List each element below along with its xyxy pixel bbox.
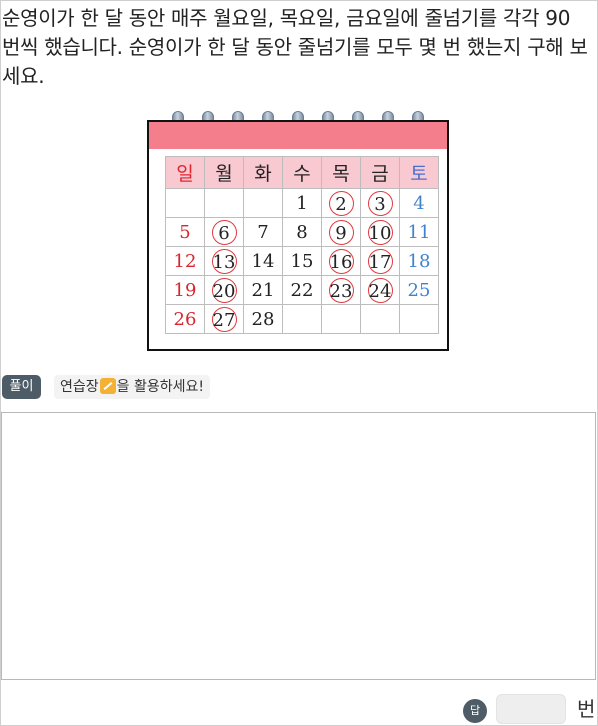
calendar-day-cell: 28 [243,304,283,334]
day-number: 4 [413,192,425,214]
day-number: 25 [407,279,431,301]
weekday-header: 목 [321,156,361,189]
calendar-day-cell: 5 [165,217,205,247]
weekday-header: 토 [399,156,439,189]
hint-text: 을 활용하세요! [116,379,204,395]
calendar-day-cell: 22 [282,275,322,305]
day-number: 14 [251,250,275,272]
circled-day-number: 3 [367,190,393,216]
calendar-day-cell: 1 [282,188,322,218]
circled-day-number: 13 [211,248,237,274]
day-number: 26 [173,308,197,330]
weekday-header: 화 [243,156,283,189]
calendar-day-cell: 4 [399,188,439,218]
calendar-header-row: 일 월 화 수 목 금 토 [165,156,439,189]
calendar-day-cell: 21 [243,275,283,305]
calendar-day-cell [282,304,322,334]
calendar-day-cell: 20 [204,275,244,305]
day-number: 5 [179,221,191,243]
calendar-top-bar [149,122,447,149]
circled-day-number: 17 [367,248,393,274]
circled-day-number: 10 [367,219,393,245]
weekday-header: 일 [165,156,205,189]
solution-workspace[interactable] [1,412,596,680]
calendar-day-cell: 23 [321,275,361,305]
calendar-day-cell: 8 [282,217,322,247]
day-number: 15 [290,250,314,272]
day-number: 19 [173,279,197,301]
notepad-icon[interactable] [99,378,116,394]
calendar-day-cell: 12 [165,246,205,276]
circled-day-number: 9 [328,219,354,245]
calendar-day-cell [204,188,244,218]
circled-day-number: 27 [211,306,237,332]
circled-day-number: 6 [211,219,237,245]
circled-day-number: 20 [211,277,237,303]
question-text: 순영이가 한 달 동안 매주 월요일, 목요일, 금요일에 줄넘기를 각각 90… [2,6,588,88]
circled-day-number: 16 [328,248,354,274]
calendar-day-cell: 19 [165,275,205,305]
calendar-day-cell: 2 [321,188,361,218]
calendar-day-cell [360,304,400,334]
circled-day-number: 23 [328,277,354,303]
calendar-day-cell: 11 [399,217,439,247]
calendar-day-cell: 24 [360,275,400,305]
calendar-day-cell: 18 [399,246,439,276]
calendar-week-row: 1234 [165,188,439,218]
calendar-day-cell: 6 [204,217,244,247]
calendar-week-row: 5 6 7 8 9 10 11 [165,217,439,247]
circled-day-number: 2 [328,190,354,216]
calendar-day-cell: 16 [321,246,361,276]
answer-input[interactable] [496,694,566,724]
day-number: 18 [407,250,431,272]
weekday-header: 월 [204,156,244,189]
answer-unit: 번 [577,697,596,721]
calendar-day-cell: 14 [243,246,283,276]
circled-day-number: 24 [367,277,393,303]
calendar-day-cell: 15 [282,246,322,276]
calendar-day-cell [165,188,205,218]
solution-badge: 풀이 [2,375,41,399]
day-number: 1 [296,192,308,214]
calendar-day-cell: 13 [204,246,244,276]
calendar-day-cell [399,304,439,334]
day-number: 22 [290,279,314,301]
day-number: 7 [257,221,269,243]
calendar-day-cell: 27 [204,304,244,334]
calendar-day-cell [321,304,361,334]
calendar-day-cell: 17 [360,246,400,276]
calendar-day-cell: 7 [243,217,283,247]
day-number: 28 [251,308,275,330]
hint-text: 연습장 [60,379,99,395]
solution-hint: 연습장 을 활용하세요! [54,375,210,399]
calendar-day-cell: 3 [360,188,400,218]
day-number: 21 [251,279,275,301]
calendar-day-cell: 25 [399,275,439,305]
calendar-day-cell: 10 [360,217,400,247]
day-number: 8 [296,221,308,243]
calendar-day-cell: 9 [321,217,361,247]
weekday-header: 금 [360,156,400,189]
day-number: 12 [173,250,197,272]
day-number: 11 [407,221,431,243]
answer-badge: 답 [463,699,487,723]
calendar-week-row: 26 27 28 [165,304,439,334]
weekday-header: 수 [282,156,322,189]
calendar-day-cell: 26 [165,304,205,334]
calendar-day-cell [243,188,283,218]
calendar-week-row: 12 13 14 15 16 17 18 [165,246,439,276]
calendar-week-row: 19 20 21 22 23 24 25 [165,275,439,305]
calendar-table: 일 월 화 수 목 금 토 1 2 3 4 5 6 7 8 9 10 11 12 13 14 15 16 17 1… [165,156,439,334]
